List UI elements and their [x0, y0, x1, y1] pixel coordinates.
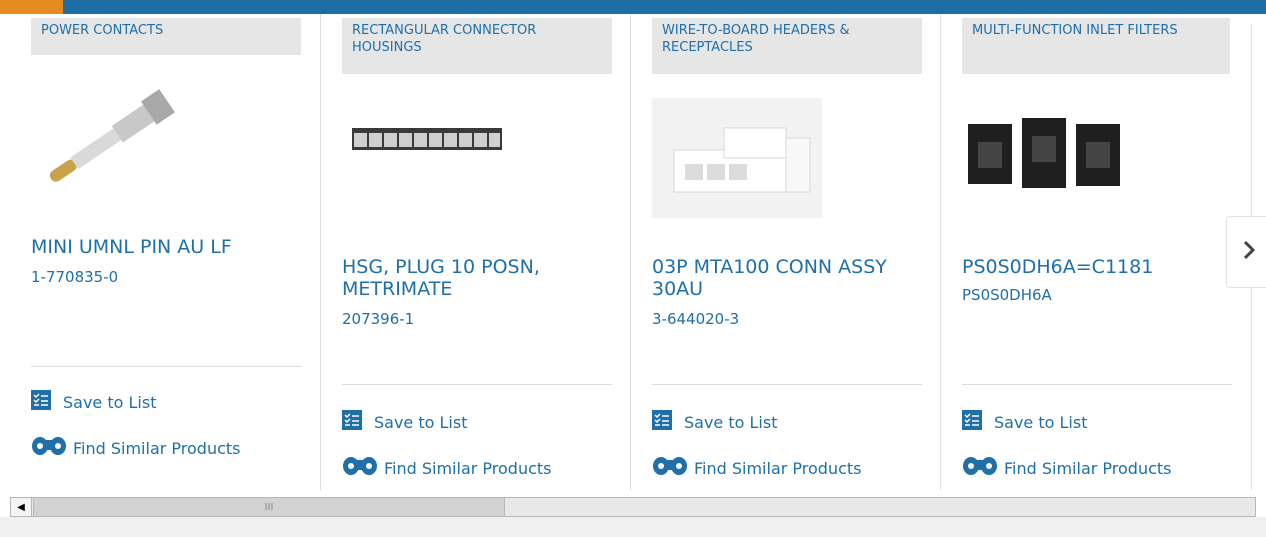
category-label[interactable]: POWER CONTACTS	[31, 18, 301, 55]
product-card: MULTI-FUNCTION INLET FILTERS PS0S0DH6A=C…	[940, 14, 1232, 490]
save-to-list-button[interactable]: Save to List	[342, 410, 467, 435]
product-name[interactable]: 03P MTA100 CONN ASSY 30AU	[652, 256, 922, 300]
find-similar-button[interactable]: Find Similar Products	[652, 454, 862, 483]
divider	[342, 384, 612, 385]
scroll-left-button[interactable]: ◀	[11, 498, 32, 516]
save-to-list-button[interactable]: Save to List	[652, 410, 777, 435]
product-image[interactable]	[31, 84, 301, 204]
save-label: Save to List	[684, 412, 778, 432]
horizontal-scrollbar[interactable]: ◀ III	[10, 497, 1256, 517]
product-name[interactable]: PS0S0DH6A=C1181	[962, 256, 1232, 278]
checklist-icon	[962, 410, 982, 435]
product-card: RECTANGULAR CONNECTOR HOUSINGS HSG, PLUG…	[320, 14, 612, 490]
save-label: Save to List	[63, 392, 157, 412]
page-footer-strip	[0, 517, 1266, 537]
binoculars-icon	[31, 434, 69, 463]
save-label: Save to List	[994, 412, 1088, 432]
scroll-thumb[interactable]: III	[33, 498, 505, 516]
part-number[interactable]: 1-770835-0	[31, 268, 118, 286]
binoculars-icon	[652, 454, 690, 483]
save-to-list-button[interactable]: Save to List	[962, 410, 1087, 435]
category-label[interactable]: MULTI-FUNCTION INLET FILTERS	[962, 18, 1230, 74]
product-name[interactable]: HSG, PLUG 10 POSN, METRIMATE	[342, 256, 612, 300]
find-similar-button[interactable]: Find Similar Products	[962, 454, 1172, 483]
divider	[652, 384, 922, 385]
category-label[interactable]: RECTANGULAR CONNECTOR HOUSINGS	[342, 18, 612, 74]
product-image[interactable]	[962, 104, 1232, 224]
similar-label: Find Similar Products	[1004, 458, 1172, 478]
save-to-list-button[interactable]: Save to List	[31, 390, 156, 415]
part-number[interactable]: 3-644020-3	[652, 310, 739, 328]
active-indicator	[0, 0, 63, 14]
product-image[interactable]	[652, 98, 922, 218]
carousel-next-button[interactable]	[1226, 216, 1266, 288]
product-card: POWER CONTACTS MINI UMNL PIN AU LF 1-770…	[21, 14, 311, 490]
binoculars-icon	[962, 454, 1000, 483]
find-similar-button[interactable]: Find Similar Products	[31, 434, 241, 463]
checklist-icon	[652, 410, 672, 435]
triangle-left-icon: ◀	[17, 501, 25, 513]
brand-top-bar	[0, 0, 1266, 14]
product-image[interactable]	[342, 108, 612, 228]
checklist-icon	[342, 410, 362, 435]
similar-label: Find Similar Products	[73, 438, 241, 458]
find-similar-button[interactable]: Find Similar Products	[342, 454, 552, 483]
checklist-icon	[31, 390, 51, 415]
part-number[interactable]: PS0S0DH6A	[962, 286, 1052, 304]
binoculars-icon	[342, 454, 380, 483]
part-number[interactable]: 207396-1	[342, 310, 414, 328]
product-card: WIRE-TO-BOARD HEADERS & RECEPTACLES 03P …	[630, 14, 922, 490]
grip-icon: III	[264, 501, 274, 513]
divider	[962, 384, 1232, 385]
save-label: Save to List	[374, 412, 468, 432]
category-label[interactable]: WIRE-TO-BOARD HEADERS & RECEPTACLES	[652, 18, 922, 74]
chevron-right-icon	[1242, 239, 1256, 265]
product-name[interactable]: MINI UMNL PIN AU LF	[31, 236, 301, 258]
similar-label: Find Similar Products	[694, 458, 862, 478]
similar-label: Find Similar Products	[384, 458, 552, 478]
divider	[31, 366, 301, 367]
